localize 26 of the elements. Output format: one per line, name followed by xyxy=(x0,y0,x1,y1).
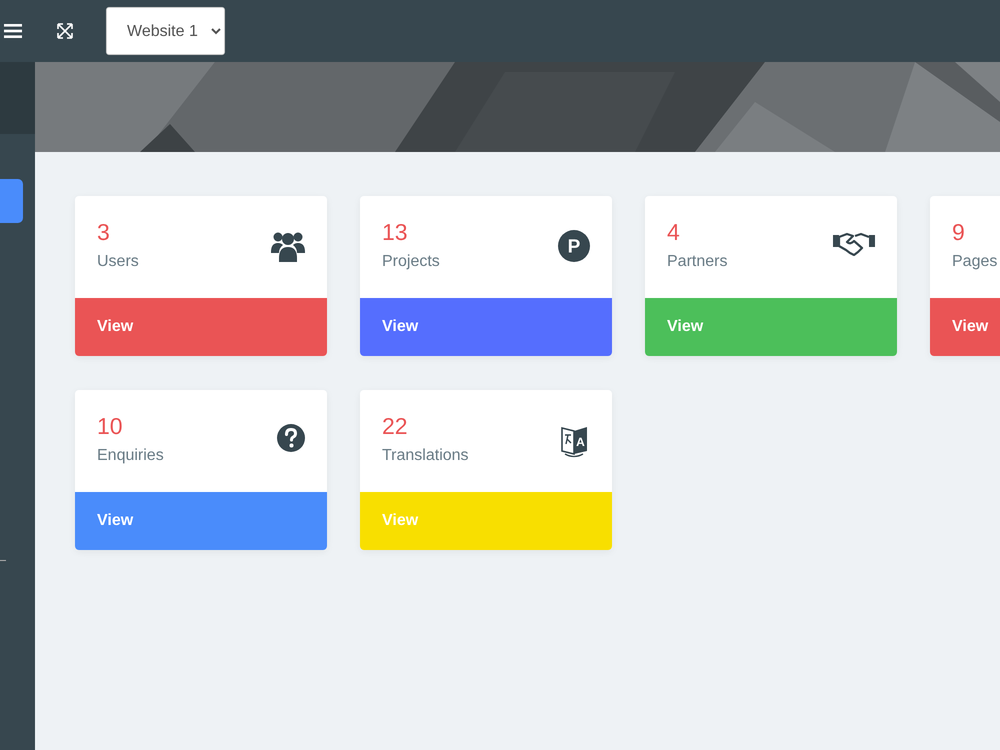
view-button[interactable]: View xyxy=(75,298,327,356)
view-button[interactable]: View xyxy=(360,298,612,356)
handshake-icon xyxy=(833,230,875,256)
users-icon xyxy=(271,230,305,262)
website-select[interactable]: Website 1 xyxy=(106,7,225,55)
stat-label: Partners xyxy=(667,253,728,271)
stat-count: 4 xyxy=(667,218,681,246)
stat-label: Users xyxy=(97,253,139,271)
stat-count: 3 xyxy=(97,218,111,246)
stat-label: Enquiries xyxy=(97,447,164,465)
stat-label: Translations xyxy=(382,447,469,465)
view-button[interactable]: View xyxy=(930,298,1000,356)
view-button[interactable]: View xyxy=(75,492,327,550)
parking-icon: P xyxy=(558,230,590,262)
stat-label: Pages xyxy=(952,253,998,271)
stat-count: 13 xyxy=(382,218,409,246)
expand-icon[interactable] xyxy=(56,22,74,40)
stat-count: 9 xyxy=(952,218,966,246)
stat-count: 22 xyxy=(382,412,409,440)
help-icon xyxy=(277,424,305,452)
view-button[interactable]: View xyxy=(645,298,897,356)
menu-icon[interactable] xyxy=(4,24,22,38)
stat-count: 10 xyxy=(97,412,124,440)
sidebar-mark xyxy=(0,560,6,561)
sidebar-header xyxy=(0,62,35,134)
stat-label: Projects xyxy=(382,253,440,271)
